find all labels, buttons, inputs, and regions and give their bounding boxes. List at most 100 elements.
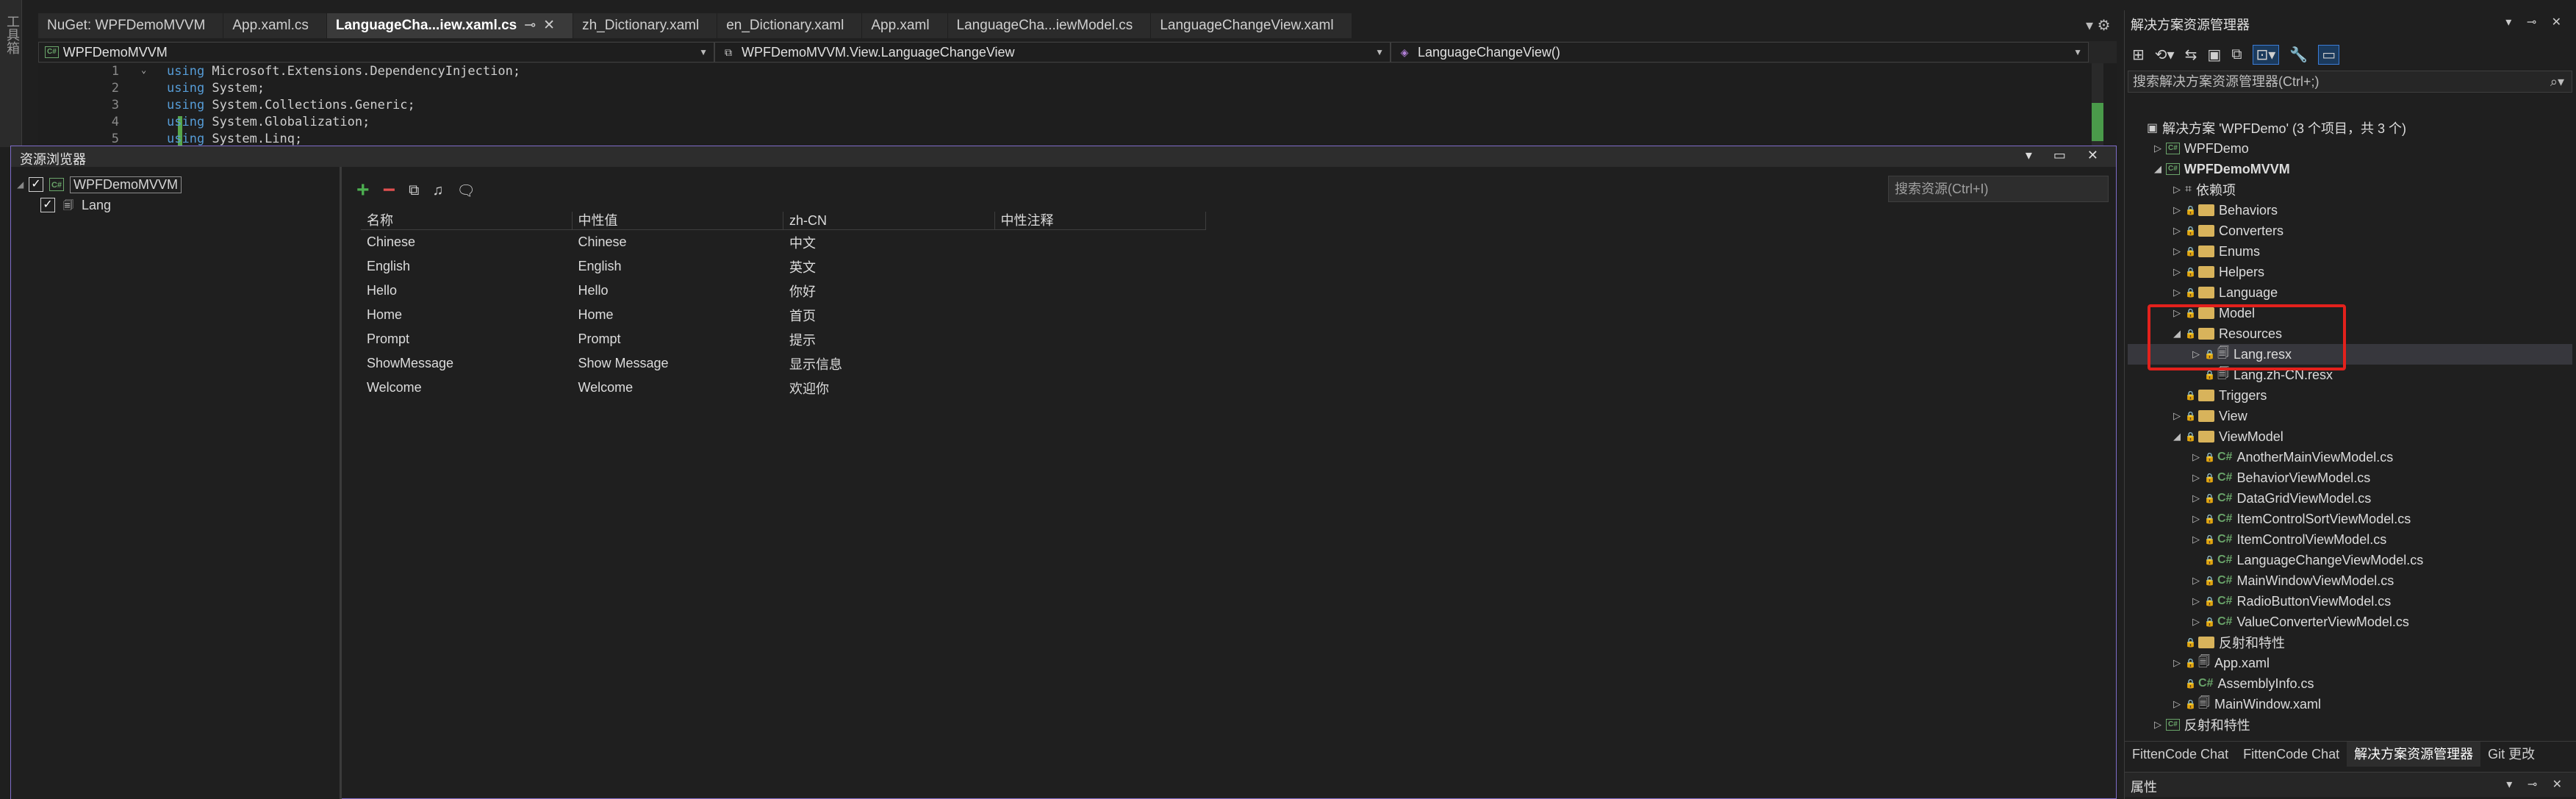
collapse-all-icon[interactable]: ▣ xyxy=(2207,46,2221,64)
editor-tab[interactable]: App.xaml xyxy=(862,13,948,38)
expander-icon[interactable]: ▷ xyxy=(2188,472,2204,484)
expander-icon[interactable]: ▷ xyxy=(2169,410,2185,422)
grid-column-header[interactable]: 中性值 xyxy=(573,211,783,229)
search-icon[interactable]: ⌕▾ xyxy=(2550,71,2564,92)
solution-tree-item[interactable]: 🔒 反射和特性 xyxy=(2169,632,2285,653)
expander-icon[interactable]: ▷ xyxy=(2188,616,2204,628)
solution-tree-item[interactable]: ▷ C# WPFDemo xyxy=(2150,138,2249,159)
solution-tree-item[interactable]: ▷ 🔒 Helpers xyxy=(2169,262,2264,282)
expander-icon[interactable]: ▷ xyxy=(2169,204,2185,216)
tree-item-lang[interactable]: ✓ 🗐 Lang xyxy=(40,195,111,215)
close-icon[interactable]: ✕ xyxy=(543,18,555,33)
copy-icon[interactable]: ⧉ xyxy=(2231,46,2242,63)
grid-row[interactable]: Home Home 首页 xyxy=(361,303,1206,327)
solution-tree-item[interactable]: ▷ 🔒 🗐 App.xaml xyxy=(2169,653,2270,673)
resource-search-input[interactable]: 搜索资源(Ctrl+I) xyxy=(1888,176,2109,202)
solution-tree-item[interactable]: ▷ 🔒 C# DataGridViewModel.cs xyxy=(2188,488,2371,509)
grid-row[interactable]: Hello Hello 你好 xyxy=(361,279,1206,303)
solution-tree-item[interactable]: 🔒 C# AssemblyInfo.cs xyxy=(2169,673,2314,694)
preview-icon[interactable]: ▭ xyxy=(2318,44,2340,65)
editor-scrollbar-thumb[interactable] xyxy=(2092,103,2103,141)
code-editor[interactable]: 1 using Microsoft.Extensions.DependencyIn… xyxy=(38,63,2117,148)
grid-row[interactable]: Welcome Welcome 欢迎你 xyxy=(361,376,1206,400)
grid-cell[interactable]: Home xyxy=(361,307,573,323)
grid-cell[interactable]: English xyxy=(361,259,573,274)
solution-tree-item[interactable]: 🔒 C# LanguageChangeViewModel.cs xyxy=(2188,550,2423,570)
switch-views-icon[interactable]: ⊞ xyxy=(2132,46,2145,64)
editor-tab[interactable]: en_Dictionary.xaml xyxy=(717,13,863,38)
show-all-files-icon[interactable]: ⊡▾ xyxy=(2252,44,2280,65)
expander-icon[interactable]: ▷ xyxy=(2188,492,2204,504)
grid-cell[interactable]: Chinese xyxy=(573,234,784,250)
grid-cell[interactable]: 英文 xyxy=(783,257,995,276)
solution-tree-item[interactable]: ▷ 🔒 Language xyxy=(2169,282,2278,303)
collapse-icon[interactable]: ⌄ xyxy=(141,65,146,75)
editor-tab[interactable]: zh_Dictionary.xaml xyxy=(573,13,718,38)
toolbox-strip[interactable]: 工具箱 xyxy=(0,0,22,147)
expander-icon[interactable]: ▷ xyxy=(2188,451,2204,463)
expander-icon[interactable]: ▷ xyxy=(2169,698,2185,710)
grid-cell[interactable]: Hello xyxy=(361,283,573,298)
grid-cell[interactable]: Home xyxy=(573,307,784,323)
expander-icon[interactable]: ▷ xyxy=(2169,266,2185,278)
tree-item-project[interactable]: ◢ ✓ C# WPFDemoMVVM xyxy=(17,174,182,195)
pin-icon[interactable]: ⊸ xyxy=(524,18,536,33)
expander-icon[interactable]: ▷ xyxy=(2188,534,2204,545)
comment-icon[interactable]: 🗨 xyxy=(456,182,475,200)
code-line[interactable]: 3 using System.Collections.Generic; xyxy=(38,97,2117,114)
grid-cell[interactable]: Prompt xyxy=(361,332,573,347)
solution-tree-item[interactable]: ▣ 解决方案 'WPFDemo' (3 个项目，共 3 个) xyxy=(2131,118,2406,138)
type-dropdown[interactable]: ⧉ WPFDemoMVVM.View.LanguageChangeView ▼ xyxy=(714,42,1391,62)
expander-icon[interactable]: ▷ xyxy=(2169,287,2185,298)
solution-tree-item[interactable]: 🔒 Triggers xyxy=(2169,385,2267,406)
bottom-tab[interactable]: 解决方案资源管理器 xyxy=(2347,741,2481,767)
expander-icon[interactable]: ◢ xyxy=(17,179,29,190)
grid-cell[interactable]: Show Message xyxy=(573,356,784,371)
solution-tree-item[interactable]: ▷ 🔒 C# RadioButtonViewModel.cs xyxy=(2188,591,2391,612)
remove-resource-button[interactable]: − xyxy=(383,178,396,203)
solution-tree-item[interactable]: ▷ 🔒 C# BehaviorViewModel.cs xyxy=(2188,467,2370,488)
solution-tree-item[interactable]: ▷ ⌗ 依赖项 xyxy=(2169,179,2236,200)
copy-icon[interactable]: ⧉ xyxy=(409,182,419,199)
grid-cell[interactable]: Prompt xyxy=(573,332,784,347)
solution-tree-item[interactable]: ▷ 🔒 C# AnotherMainViewModel.cs xyxy=(2188,447,2393,467)
editor-tab[interactable]: App.xaml.cs xyxy=(223,13,327,38)
grid-cell[interactable]: 欢迎你 xyxy=(783,379,995,398)
solution-tree-item[interactable]: ▷ 🔒 Behaviors xyxy=(2169,200,2278,221)
solution-search-input[interactable]: 搜索解决方案资源管理器(Ctrl+;) ⌕▾ xyxy=(2128,71,2572,93)
expander-icon[interactable]: ▷ xyxy=(2169,225,2185,237)
checkbox-lang[interactable]: ✓ xyxy=(40,198,55,212)
grid-cell[interactable]: 中文 xyxy=(783,233,995,252)
grid-cell[interactable]: English xyxy=(573,259,784,274)
expander-icon[interactable]: ▷ xyxy=(2169,657,2185,669)
bottom-tab[interactable]: Git 更改 xyxy=(2480,742,2542,767)
expander-icon[interactable]: ▷ xyxy=(2169,246,2185,257)
code-line[interactable]: 1 using Microsoft.Extensions.DependencyIn… xyxy=(38,63,2117,80)
grid-row[interactable]: ShowMessage Show Message 显示信息 xyxy=(361,351,1206,376)
audio-icon[interactable]: ♫ xyxy=(432,182,443,199)
editor-tab[interactable]: LanguageCha...iewModel.cs xyxy=(947,13,1152,38)
grid-column-header[interactable]: zh-CN xyxy=(783,211,995,229)
expander-icon[interactable]: ◢ xyxy=(2150,163,2166,175)
grid-cell[interactable]: 提示 xyxy=(783,330,995,349)
grid-cell[interactable]: Welcome xyxy=(573,380,784,395)
sync-icon[interactable]: ⇆ xyxy=(2185,46,2198,64)
solution-tree-item[interactable]: ▷ 🔒 C# ItemControlViewModel.cs xyxy=(2188,529,2386,550)
grid-column-header[interactable]: 中性注释 xyxy=(995,211,1206,229)
bottom-tab[interactable]: FittenCode Chat xyxy=(2236,742,2347,767)
add-resource-button[interactable]: + xyxy=(356,178,370,203)
solution-tree-item[interactable]: ▷ 🔒 C# ItemControlSortViewModel.cs xyxy=(2188,509,2411,529)
history-icon[interactable]: ⟲▾ xyxy=(2155,46,2175,64)
expander-icon[interactable]: ▷ xyxy=(2169,184,2185,196)
solution-tree-item[interactable]: ▷ 🔒 View xyxy=(2169,406,2247,426)
solution-tree-item[interactable]: ▷ 🔒 Converters xyxy=(2169,221,2283,241)
window-buttons[interactable]: ▾ ▭ ✕ xyxy=(2026,148,2107,163)
grid-column-header[interactable]: 名称 xyxy=(361,211,573,229)
grid-cell[interactable]: Hello xyxy=(573,283,784,298)
expander-icon[interactable]: ▷ xyxy=(2150,143,2166,154)
solution-tree-item[interactable]: ▷ C# 反射和特性 xyxy=(2150,714,2250,735)
code-line[interactable]: 4 using System.Globalization; xyxy=(38,114,2117,131)
expander-icon[interactable]: ▷ xyxy=(2188,513,2204,525)
panel-buttons[interactable]: ▾ ⊸ ✕ xyxy=(2506,777,2568,792)
grid-cell[interactable]: Welcome xyxy=(361,380,573,395)
